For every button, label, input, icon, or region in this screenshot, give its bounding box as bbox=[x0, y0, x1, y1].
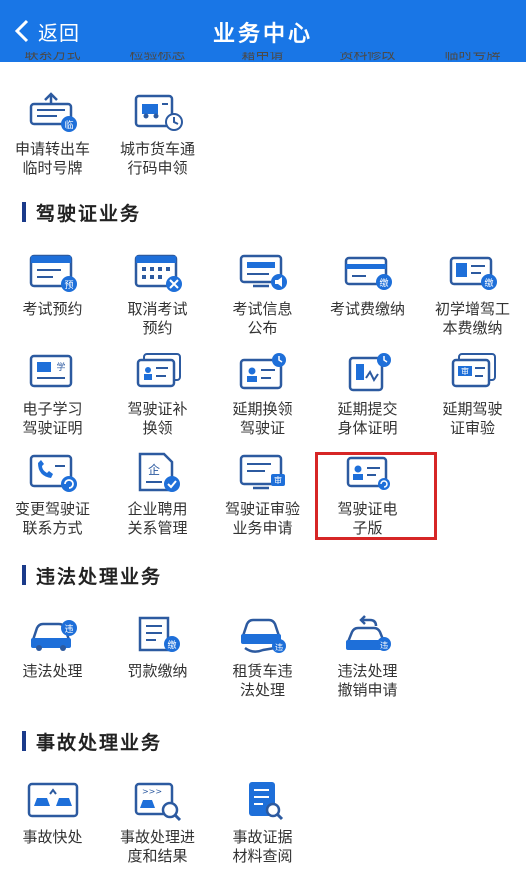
service-item-fine[interactable]: 缴 罚款缴纳 bbox=[105, 612, 210, 681]
section-bar bbox=[22, 731, 26, 751]
service-item-label: 考试预约 bbox=[22, 300, 83, 318]
service-item-exam-fee[interactable]: 缴 考试费缴纳 bbox=[315, 250, 420, 319]
svg-text:预: 预 bbox=[64, 280, 73, 291]
plate-out-icon: 临 bbox=[29, 92, 77, 132]
service-item-label: 违法处理 bbox=[22, 662, 83, 680]
service-item-label: 事故快处 bbox=[22, 828, 83, 846]
section-title-text: 事故处理业务 bbox=[36, 731, 163, 754]
fine-icon: 缴 bbox=[138, 616, 180, 652]
service-item-label: 事故证据 材料查阅 bbox=[232, 828, 293, 865]
service-item-enterprise[interactable]: 企 企业聘用 关系管理 bbox=[105, 450, 210, 538]
service-item-label: 驾驶证审验 业务申请 bbox=[224, 500, 300, 537]
svg-text:临: 临 bbox=[64, 119, 73, 131]
partial-item-row: 联系方式 检验标志 籍申请 资料修改 临时号牌 bbox=[0, 52, 526, 70]
service-item-license-replace[interactable]: 驾驶证补 换领 bbox=[105, 350, 210, 438]
service-item-label: 变更驾驶证 联系方式 bbox=[14, 500, 90, 537]
svg-text:学: 学 bbox=[56, 361, 65, 373]
service-item-label: 租赁车违 法处理 bbox=[232, 662, 293, 699]
svg-text:审: 审 bbox=[274, 475, 282, 485]
delay-renew-icon bbox=[239, 353, 286, 390]
exam-appointment-icon: 预 bbox=[29, 254, 77, 292]
svg-text:审: 审 bbox=[461, 366, 469, 376]
service-item-accident-progress[interactable]: >>> 事故处理进 度和结果 bbox=[105, 778, 210, 866]
service-item-label: 延期提交 身体证明 bbox=[337, 400, 398, 437]
service-item-delay-review[interactable]: 审 延期驾驶 证审验 bbox=[420, 350, 525, 438]
accident-evidence-icon bbox=[248, 782, 283, 821]
change-contact-icon bbox=[29, 454, 77, 492]
service-item-learner-fee[interactable]: 缴 初学增驾工 本费缴纳 bbox=[420, 250, 525, 338]
accident-quick-icon bbox=[27, 782, 78, 818]
service-item-accident-quick[interactable]: 事故快处 bbox=[0, 778, 105, 847]
service-item-label: 延期换领 驾驶证 bbox=[232, 400, 293, 437]
service-item-label: 考试费缴纳 bbox=[329, 300, 405, 318]
service-item-label: 罚款缴纳 bbox=[127, 662, 188, 680]
service-item-truck-pass[interactable]: 城市货车通 行码申领 bbox=[105, 90, 210, 178]
enterprise-icon: 企 bbox=[138, 452, 180, 492]
violation-revoke-icon: 违 bbox=[345, 615, 391, 651]
service-item-label: 延期驾驶 证审验 bbox=[442, 400, 503, 437]
service-item-label: 驾驶证补 换领 bbox=[127, 400, 188, 437]
service-item-label: 事故处理进 度和结果 bbox=[119, 828, 195, 865]
truck-pass-icon bbox=[134, 94, 183, 131]
learner-fee-icon: 缴 bbox=[449, 256, 497, 290]
service-item-label: 违法处理 撤销申请 bbox=[337, 662, 398, 699]
service-item-accident-evidence[interactable]: 事故证据 材料查阅 bbox=[210, 778, 315, 866]
violation-icon: 违 bbox=[30, 620, 77, 651]
partial-item-label[interactable]: 籍申请 bbox=[210, 52, 315, 64]
section-bar bbox=[22, 202, 26, 222]
section-title-accident: 事故处理业务 bbox=[22, 729, 163, 754]
service-item-label: 企业聘用 关系管理 bbox=[127, 500, 188, 537]
service-item-violation-revoke[interactable]: 违 违法处理 撤销申请 bbox=[315, 612, 420, 700]
service-item-delay-health[interactable]: 延期提交 身体证明 bbox=[315, 350, 420, 438]
service-item-rental-violation[interactable]: 违 租赁车违 法处理 bbox=[210, 612, 315, 700]
review-apply-icon: 审 bbox=[239, 454, 285, 490]
service-item-plate-out[interactable]: 临 申请转出车 临时号牌 bbox=[0, 90, 105, 178]
section-bar bbox=[22, 565, 26, 585]
delay-health-icon bbox=[348, 353, 391, 392]
service-item-label: 城市货车通 行码申领 bbox=[119, 140, 195, 177]
service-item-label: 申请转出车 临时号牌 bbox=[14, 140, 90, 177]
partial-item-label[interactable]: 检验标志 bbox=[105, 52, 210, 64]
service-item-violation[interactable]: 违 违法处理 bbox=[0, 612, 105, 681]
service-item-label: 电子学习 驾驶证明 bbox=[22, 400, 83, 437]
svg-text:违: 违 bbox=[64, 624, 73, 635]
svg-text:缴: 缴 bbox=[167, 639, 176, 651]
service-item-delay-renew[interactable]: 延期换领 驾驶证 bbox=[210, 350, 315, 438]
section-title-license: 驾驶证业务 bbox=[22, 200, 142, 225]
svg-text:缴: 缴 bbox=[379, 277, 388, 289]
partial-item-label[interactable]: 资料修改 bbox=[315, 52, 420, 64]
cancel-exam-icon bbox=[134, 254, 182, 292]
accident-progress-icon: >>> bbox=[134, 782, 181, 822]
service-item-label: 初学增驾工 本费缴纳 bbox=[434, 300, 510, 337]
section-title-text: 违法处理业务 bbox=[36, 565, 163, 588]
partial-item-label[interactable]: 联系方式 bbox=[0, 52, 105, 64]
service-item-label: 考试信息 公布 bbox=[232, 300, 293, 337]
service-item-exam-appointment[interactable]: 预 考试预约 bbox=[0, 250, 105, 319]
svg-text:缴: 缴 bbox=[484, 277, 493, 289]
service-item-cancel-exam[interactable]: 取消考试 预约 bbox=[105, 250, 210, 338]
service-item-label: 取消考试 预约 bbox=[127, 300, 188, 337]
service-item-change-contact[interactable]: 变更驾驶证 联系方式 bbox=[0, 450, 105, 538]
partial-item-label[interactable]: 临时号牌 bbox=[420, 52, 525, 64]
svg-text:违: 违 bbox=[275, 643, 283, 652]
service-item-review-apply[interactable]: 审 驾驶证审验 业务申请 bbox=[210, 450, 315, 538]
service-item-exam-info[interactable]: 考试信息 公布 bbox=[210, 250, 315, 338]
exam-fee-icon: 缴 bbox=[344, 256, 392, 290]
page-title: 业务中心 bbox=[212, 22, 313, 47]
svg-text:企: 企 bbox=[147, 462, 159, 477]
svg-text:违: 违 bbox=[380, 641, 388, 650]
e-learning-icon: 学 bbox=[29, 354, 72, 388]
service-item-e-learning[interactable]: 学 电子学习 驾驶证明 bbox=[0, 350, 105, 438]
delay-review-icon: 审 bbox=[451, 353, 496, 388]
exam-info-icon bbox=[239, 254, 287, 290]
rental-violation-icon: 违 bbox=[240, 618, 286, 653]
license-replace-icon bbox=[136, 353, 181, 388]
svg-text:>>>: >>> bbox=[141, 787, 161, 796]
section-title-violation: 违法处理业务 bbox=[22, 563, 163, 588]
section-title-text: 驾驶证业务 bbox=[36, 202, 142, 225]
highlight-box bbox=[315, 452, 437, 540]
